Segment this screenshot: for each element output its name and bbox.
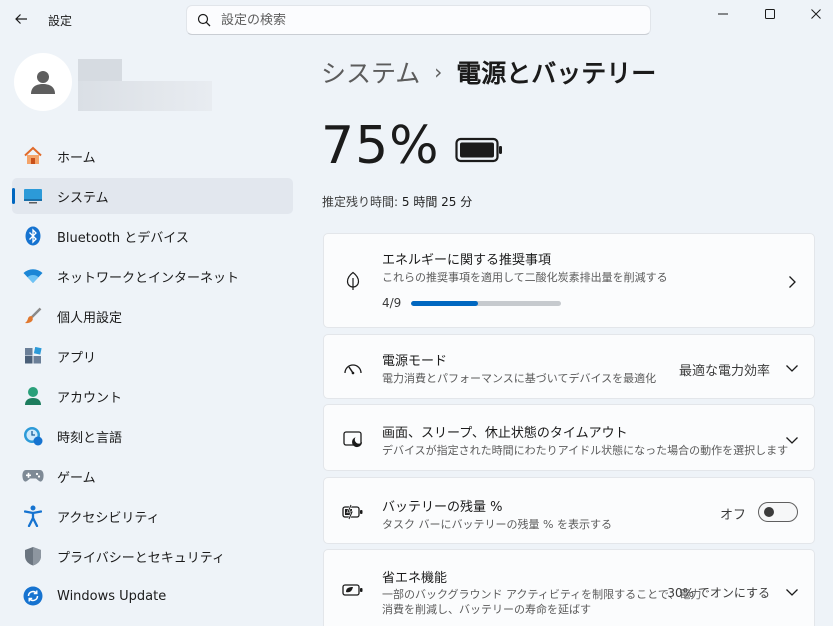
- shield-icon: [12, 546, 54, 566]
- redacted-user-name: [78, 59, 122, 81]
- home-icon: [12, 146, 54, 166]
- energy-saver-threshold-dropdown[interactable]: 30% でオンにする: [667, 584, 770, 601]
- chevron-down-icon[interactable]: [784, 432, 800, 448]
- toggle-knob: [764, 507, 774, 517]
- battery-charging-icon: [340, 499, 366, 525]
- sidebar-item-gaming[interactable]: ゲーム: [12, 458, 293, 494]
- close-icon: [811, 9, 821, 19]
- sidebar-item-label: アカウント: [57, 390, 123, 406]
- sidebar-item-label: ゲーム: [57, 470, 96, 486]
- card-subtitle-line2: 消費を削減し、バッテリーの寿命を延ばす: [382, 603, 591, 616]
- system-icon: [12, 188, 54, 204]
- leaf-icon: [340, 268, 366, 294]
- sidebar-item-label: Windows Update: [57, 588, 167, 604]
- card-title: バッテリーの残量 %: [382, 500, 503, 515]
- progress-bar: [411, 300, 562, 306]
- energy-recommendations-card[interactable]: エネルギーに関する推奨事項 これらの推奨事項を適用して二酸化炭素排出量を削減する…: [323, 233, 815, 328]
- sidebar-item-label: アクセシビリティ: [57, 510, 160, 526]
- power-mode-card[interactable]: 電源モード 電力消費とパフォーマンスに基づいてデバイスを最適化 最適な電力効率: [323, 334, 815, 399]
- energy-saver-card[interactable]: 省エネ機能 一部のバックグラウンド アクティビティを制限することで、電力 消費を…: [323, 549, 815, 626]
- sidebar-item-label: 時刻と言語: [57, 430, 123, 446]
- sidebar-item-apps[interactable]: アプリ: [12, 338, 293, 374]
- close-button[interactable]: [793, 0, 833, 28]
- battery-percentage-toggle[interactable]: [758, 502, 798, 522]
- search-icon: [187, 13, 221, 27]
- power-mode-dropdown[interactable]: 最適な電力効率: [679, 360, 770, 379]
- accessibility-icon: [12, 505, 54, 527]
- gamepad-icon: [12, 469, 54, 483]
- sidebar-item-label: アプリ: [57, 350, 97, 366]
- sidebar-item-label: システム: [57, 190, 109, 206]
- screen-sleep-icon: [340, 427, 366, 453]
- power-mode-icon: [340, 355, 366, 381]
- recommendations-progress: 4/9: [382, 296, 562, 310]
- brush-icon: [12, 307, 54, 325]
- card-subtitle: タスク バーにバッテリーの残量 % を表示する: [382, 518, 612, 531]
- card-title: 電源モード: [382, 354, 448, 369]
- sidebar-item-windows-update[interactable]: Windows Update: [12, 578, 293, 614]
- sidebar-nav: ホーム システム Bluetooth とデバイス ネットワークとインターネット …: [12, 138, 293, 618]
- sidebar-item-label: プライバシーとセキュリティ: [57, 550, 225, 566]
- battery-percentage-card: バッテリーの残量 % タスク バーにバッテリーの残量 % を表示する オフ: [323, 477, 815, 544]
- screen-sleep-timeout-card[interactable]: 画面、スリープ、休止状態のタイムアウト デバイスが指定された時間にわたりアイドル…: [323, 404, 815, 471]
- sidebar-item-label: 個人用設定: [57, 310, 123, 326]
- arrow-left-icon: [15, 14, 27, 24]
- card-title: エネルギーに関する推奨事項: [382, 253, 552, 268]
- bluetooth-icon: [12, 226, 54, 246]
- windows-update-icon: [12, 586, 54, 606]
- battery-icon: [455, 137, 503, 167]
- apps-icon: [12, 347, 54, 365]
- chevron-down-icon[interactable]: [784, 360, 800, 376]
- remaining-time-label: 推定残り時間:: [322, 195, 399, 209]
- sidebar-item-privacy-security[interactable]: プライバシーとセキュリティ: [12, 538, 293, 574]
- user-profile[interactable]: [14, 53, 294, 117]
- sidebar-item-personalization[interactable]: 個人用設定: [12, 298, 293, 334]
- sidebar-item-system[interactable]: システム: [12, 178, 293, 214]
- minimize-button[interactable]: [700, 0, 746, 28]
- chevron-down-icon[interactable]: [784, 584, 800, 600]
- account-icon: [12, 386, 54, 406]
- sidebar-item-bluetooth[interactable]: Bluetooth とデバイス: [12, 218, 293, 254]
- search-input[interactable]: [221, 12, 621, 28]
- app-title: 設定: [48, 14, 73, 28]
- page-title: 電源とバッテリー: [456, 59, 657, 88]
- sidebar-item-accounts[interactable]: アカウント: [12, 378, 293, 414]
- redacted-user-email: [78, 81, 212, 111]
- card-title: 省エネ機能: [382, 571, 448, 586]
- energy-saver-icon: [340, 577, 366, 603]
- card-subtitle: これらの推奨事項を適用して二酸化炭素排出量を削減する: [382, 271, 668, 284]
- card-title: 画面、スリープ、休止状態のタイムアウト: [382, 426, 628, 441]
- chevron-right-icon: [784, 274, 800, 290]
- remaining-time: 推定残り時間: 5 時間 25 分: [322, 193, 472, 210]
- maximize-icon: [765, 9, 775, 19]
- wifi-icon: [12, 268, 54, 284]
- sidebar-item-accessibility[interactable]: アクセシビリティ: [12, 498, 293, 534]
- battery-percentage: 75%: [321, 116, 440, 176]
- sidebar-item-label: Bluetooth とデバイス: [57, 230, 189, 246]
- remaining-time-value: 5 時間 25 分: [401, 195, 473, 209]
- card-subtitle-line1: 一部のバックグラウンド アクティビティを制限することで、電力: [382, 588, 702, 601]
- user-icon: [31, 71, 55, 94]
- sidebar-item-network[interactable]: ネットワークとインターネット: [12, 258, 293, 294]
- progress-text: 4/9: [382, 296, 402, 310]
- search-box[interactable]: [186, 5, 651, 35]
- title-bar: 設定: [0, 0, 833, 40]
- toggle-state-label: オフ: [719, 508, 746, 523]
- sidebar-item-home[interactable]: ホーム: [12, 138, 293, 174]
- breadcrumb-separator: ›: [434, 60, 443, 84]
- minimize-icon: [718, 13, 728, 15]
- sidebar-item-label: ホーム: [57, 150, 96, 166]
- card-subtitle: 電力消費とパフォーマンスに基づいてデバイスを最適化: [382, 372, 657, 385]
- breadcrumb-parent-link[interactable]: システム: [321, 54, 420, 90]
- breadcrumb: システム › 電源とバッテリー: [321, 54, 656, 90]
- progress-fill: [411, 300, 478, 306]
- sidebar-item-time-language[interactable]: 時刻と言語: [12, 418, 293, 454]
- sidebar-item-label: ネットワークとインターネット: [57, 270, 240, 286]
- maximize-button[interactable]: [747, 0, 793, 28]
- time-language-icon: [12, 426, 54, 446]
- card-subtitle: デバイスが指定された時間にわたりアイドル状態になった場合の動作を選択します: [382, 444, 789, 457]
- back-button[interactable]: [8, 6, 34, 32]
- avatar: [14, 53, 72, 111]
